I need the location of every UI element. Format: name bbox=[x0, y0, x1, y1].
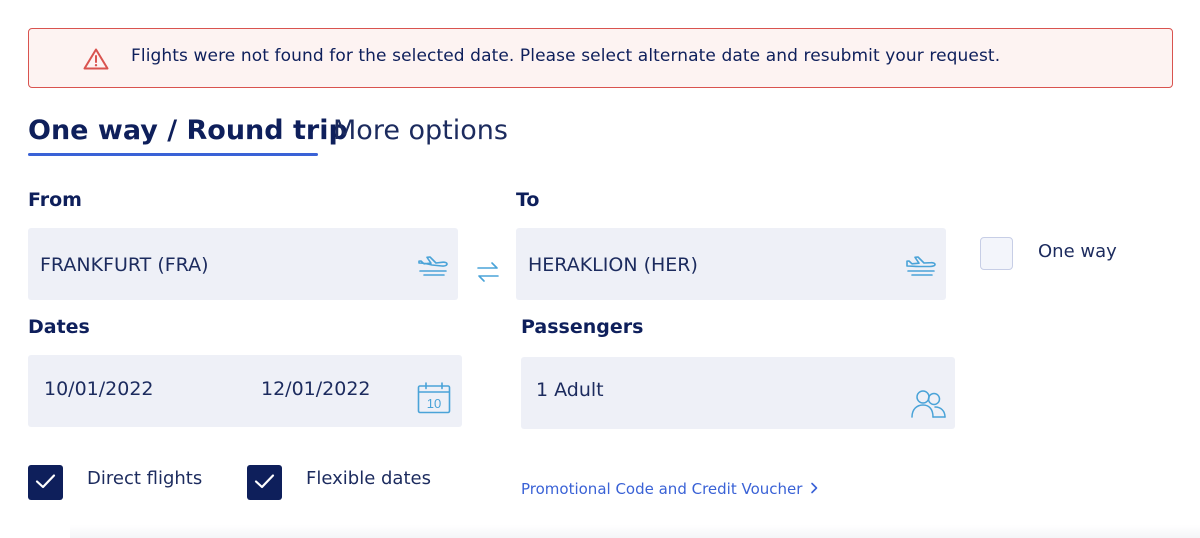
flexible-dates-label: Flexible dates bbox=[306, 468, 431, 489]
active-tab-underline bbox=[28, 153, 318, 156]
dates-field[interactable]: 10/01/2022 12/01/2022 10 bbox=[28, 355, 462, 427]
promo-code-link-text[interactable]: Promotional Code and Credit Voucher bbox=[521, 480, 802, 498]
warning-triangle-icon bbox=[83, 48, 109, 70]
from-value: FRANKFURT (FRA) bbox=[40, 254, 209, 276]
arrival-plane-icon bbox=[906, 256, 936, 276]
from-field[interactable]: FRANKFURT (FRA) bbox=[28, 228, 458, 300]
from-label: From bbox=[28, 189, 82, 211]
flight-search-page: Flights were not found for the selected … bbox=[0, 0, 1200, 538]
tab-one-way-round-trip[interactable]: One way / Round trip bbox=[28, 115, 348, 146]
calendar-day: 10 bbox=[427, 396, 441, 411]
chevron-right-icon bbox=[811, 482, 818, 494]
passengers-icon bbox=[911, 390, 946, 418]
no-flights-alert: Flights were not found for the selected … bbox=[28, 28, 1173, 88]
direct-flights-checkbox[interactable] bbox=[28, 465, 63, 500]
passengers-label: Passengers bbox=[521, 316, 644, 338]
checkmark-icon bbox=[254, 474, 275, 489]
passengers-value: 1 Adult bbox=[536, 379, 604, 401]
one-way-checkbox[interactable] bbox=[980, 237, 1013, 270]
alert-message: Flights were not found for the selected … bbox=[131, 46, 1001, 66]
flexible-dates-checkbox[interactable] bbox=[247, 465, 282, 500]
swap-arrows-icon[interactable] bbox=[474, 258, 502, 286]
to-value: HERAKLION (HER) bbox=[528, 254, 698, 276]
bottom-shadow bbox=[70, 525, 1200, 538]
direct-flights-label: Direct flights bbox=[87, 468, 203, 489]
passengers-field[interactable]: 1 Adult bbox=[521, 357, 955, 429]
tab-more-options[interactable]: More options bbox=[333, 115, 508, 146]
one-way-label: One way bbox=[1038, 241, 1117, 262]
to-field[interactable]: HERAKLION (HER) bbox=[516, 228, 946, 300]
return-date[interactable]: 12/01/2022 bbox=[261, 378, 371, 400]
departure-plane-icon bbox=[418, 256, 448, 276]
depart-date[interactable]: 10/01/2022 bbox=[44, 378, 154, 400]
to-label: To bbox=[516, 189, 540, 211]
calendar-icon[interactable]: 10 bbox=[417, 382, 451, 414]
dates-label: Dates bbox=[28, 316, 90, 338]
promo-code-link[interactable]: Promotional Code and Credit Voucher bbox=[521, 480, 818, 498]
checkmark-icon bbox=[35, 474, 56, 489]
